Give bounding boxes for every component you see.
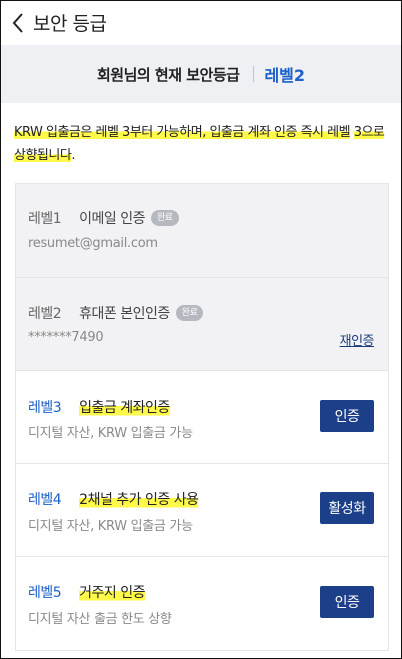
level-3-verify-button[interactable]: 인증 — [320, 400, 374, 432]
level-5-verify-button[interactable]: 인증 — [320, 586, 374, 618]
level-4-label: 레벨4 — [28, 492, 62, 508]
current-level-value: 레벨2 — [264, 66, 306, 85]
level-card-4: 레벨4 2채널 추가 인증 사용 디지털 자산, KRW 입출금 가능 활성화 — [16, 464, 388, 557]
level-3-title: 레벨3 입출금 계좌인증 — [28, 397, 170, 417]
page-title: 보안 등급 — [33, 13, 107, 35]
level-1-title: 레벨1 이메일 인증 완료 — [28, 208, 179, 228]
chevron-left-icon — [11, 12, 25, 34]
level-4-desc: 디지털 자산, KRW 입출금 가능 — [28, 519, 193, 534]
level-card-5: 레벨5 거주지 인증 디지털 자산 출금 한도 상향 인증 — [16, 557, 388, 650]
level-2-phone: *******7490 — [28, 330, 104, 345]
level-card-2: 레벨2 휴대폰 본인인증 완료 *******7490 재인증 — [16, 278, 388, 371]
level-4-title: 레벨4 2채널 추가 인증 사용 — [28, 489, 199, 509]
level-4-activate-button[interactable]: 활성화 — [320, 492, 374, 524]
current-level-banner: 회원님의 현재 보안등급 레벨2 — [1, 45, 401, 103]
level-3-desc: 디지털 자산, KRW 입출금 가능 — [28, 426, 193, 441]
level-1-label: 레벨1 — [28, 211, 62, 227]
level-5-label: 레벨5 — [28, 585, 62, 601]
back-button[interactable]: 보안 등급 — [11, 9, 107, 36]
level-card-3: 레벨3 입출금 계좌인증 디지털 자산, KRW 입출금 가능 인증 — [16, 371, 388, 464]
app-header: 보안 등급 — [1, 1, 401, 45]
level-2-name: 휴대폰 본인인증 — [79, 306, 170, 322]
level-1-done-badge: 완료 — [151, 210, 179, 226]
banner-divider — [253, 66, 255, 82]
reauth-link[interactable]: 재인증 — [340, 330, 375, 349]
level-5-title: 레벨5 거주지 인증 — [28, 582, 146, 602]
level-1-email: resumet@gmail.com — [28, 236, 158, 251]
level-3-label: 레벨3 — [28, 400, 62, 416]
notice-highlight-1: KRW 입출금은 레벨 3부터 가능하며, 입출금 계좌 인증 즉시 레벨 — [14, 125, 351, 140]
level-5-name: 거주지 인증 — [79, 582, 146, 602]
level-2-label: 레벨2 — [28, 306, 62, 322]
level-1-name: 이메일 인증 — [79, 211, 146, 227]
notice-text: KRW 입출금은 레벨 3부터 가능하며, 입출금 계좌 인증 즉시 레벨 3으… — [14, 121, 392, 167]
level-4-name: 2채널 추가 인증 사용 — [79, 489, 199, 509]
level-5-desc: 디지털 자산 출금 한도 상향 — [28, 612, 172, 627]
level-2-done-badge: 완료 — [175, 305, 204, 321]
level-card-1: 레벨1 이메일 인증 완료 resumet@gmail.com — [16, 184, 388, 278]
notice-period: . — [71, 148, 75, 163]
security-level-list: 레벨1 이메일 인증 완료 resumet@gmail.com 레벨2 휴대폰 … — [15, 183, 389, 651]
level-3-name: 입출금 계좌인증 — [79, 397, 170, 417]
level-2-title: 레벨2 휴대폰 본인인증 완료 — [28, 303, 204, 323]
banner-label: 회원님의 현재 보안등급 — [96, 65, 240, 84]
